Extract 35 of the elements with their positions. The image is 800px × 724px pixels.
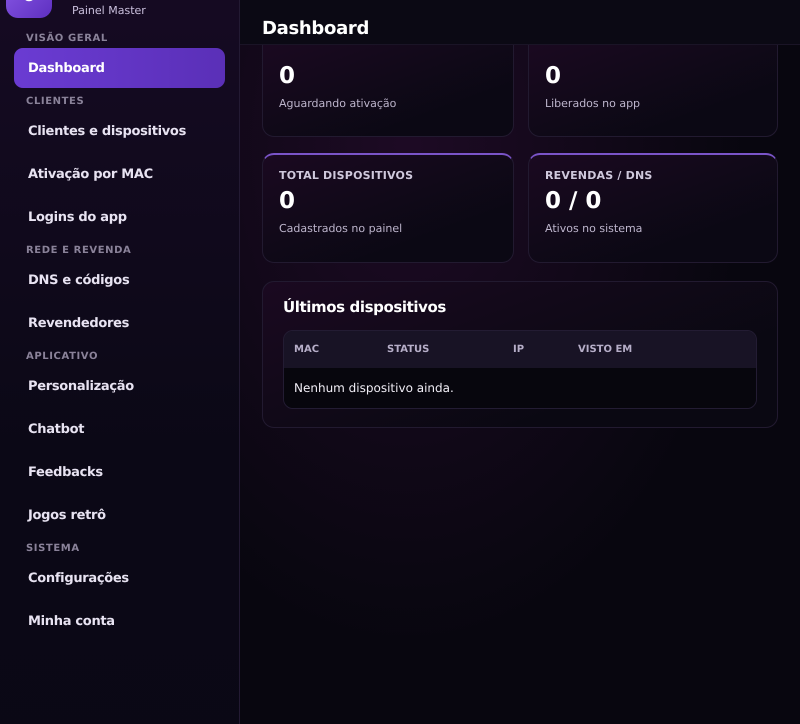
nav-section-title: APLICATIVO [25, 350, 100, 364]
column-header: STATUS [387, 344, 430, 355]
nav-item[interactable]: Jogos retrô [14, 495, 225, 535]
stat-caption: Liberados no app [545, 97, 642, 110]
nav-section-title: SISTEMA [25, 542, 81, 556]
stat-caption: Aguardando ativação [279, 97, 398, 110]
stat-caption: Cadastrados no painel [279, 222, 404, 235]
nav-item[interactable]: Feedbacks [14, 452, 225, 492]
stat-value: 0 [279, 188, 296, 214]
nav-item[interactable]: Personalização [14, 366, 225, 406]
column-header: MAC [294, 344, 320, 355]
nav-item[interactable]: Chatbot [14, 409, 225, 449]
stat-label: TOTAL DISPOSITIVOS [279, 169, 414, 182]
stat-caption: Ativos no sistema [545, 222, 644, 235]
nav-section-title: REDE E REVENDA [25, 244, 132, 258]
stat-value: 0 / 0 [545, 188, 602, 214]
column-header: VISTO EM [578, 344, 634, 355]
card-title: Últimos dispositivos [283, 298, 447, 316]
nav-item[interactable]: Minha conta [14, 601, 225, 641]
page-title: Dashboard [262, 18, 370, 38]
nav-item[interactable]: Clientes e dispositivos [14, 111, 225, 151]
brand-subtitle: Painel Master [72, 4, 146, 17]
stat-value: 0 [279, 63, 296, 89]
stat-label: REVENDAS / DNS [545, 169, 654, 182]
nav-section-title: VISÃO GERAL [25, 30, 109, 46]
stat-value: 0 [545, 63, 562, 89]
nav-item[interactable]: Ativação por MAC [14, 154, 225, 194]
nav-item[interactable]: DNS e códigos [14, 260, 225, 300]
nav-item[interactable]: Dashboard [14, 48, 225, 88]
column-header: IP [513, 344, 526, 355]
nav-item[interactable]: Revendedores [14, 303, 225, 343]
nav-section-title: CLIENTES [25, 94, 86, 108]
nav-item[interactable]: Configurações [14, 558, 225, 598]
empty-message: Nenhum dispositivo ainda. [284, 368, 756, 408]
nav-item[interactable]: Logins do app [14, 197, 225, 237]
